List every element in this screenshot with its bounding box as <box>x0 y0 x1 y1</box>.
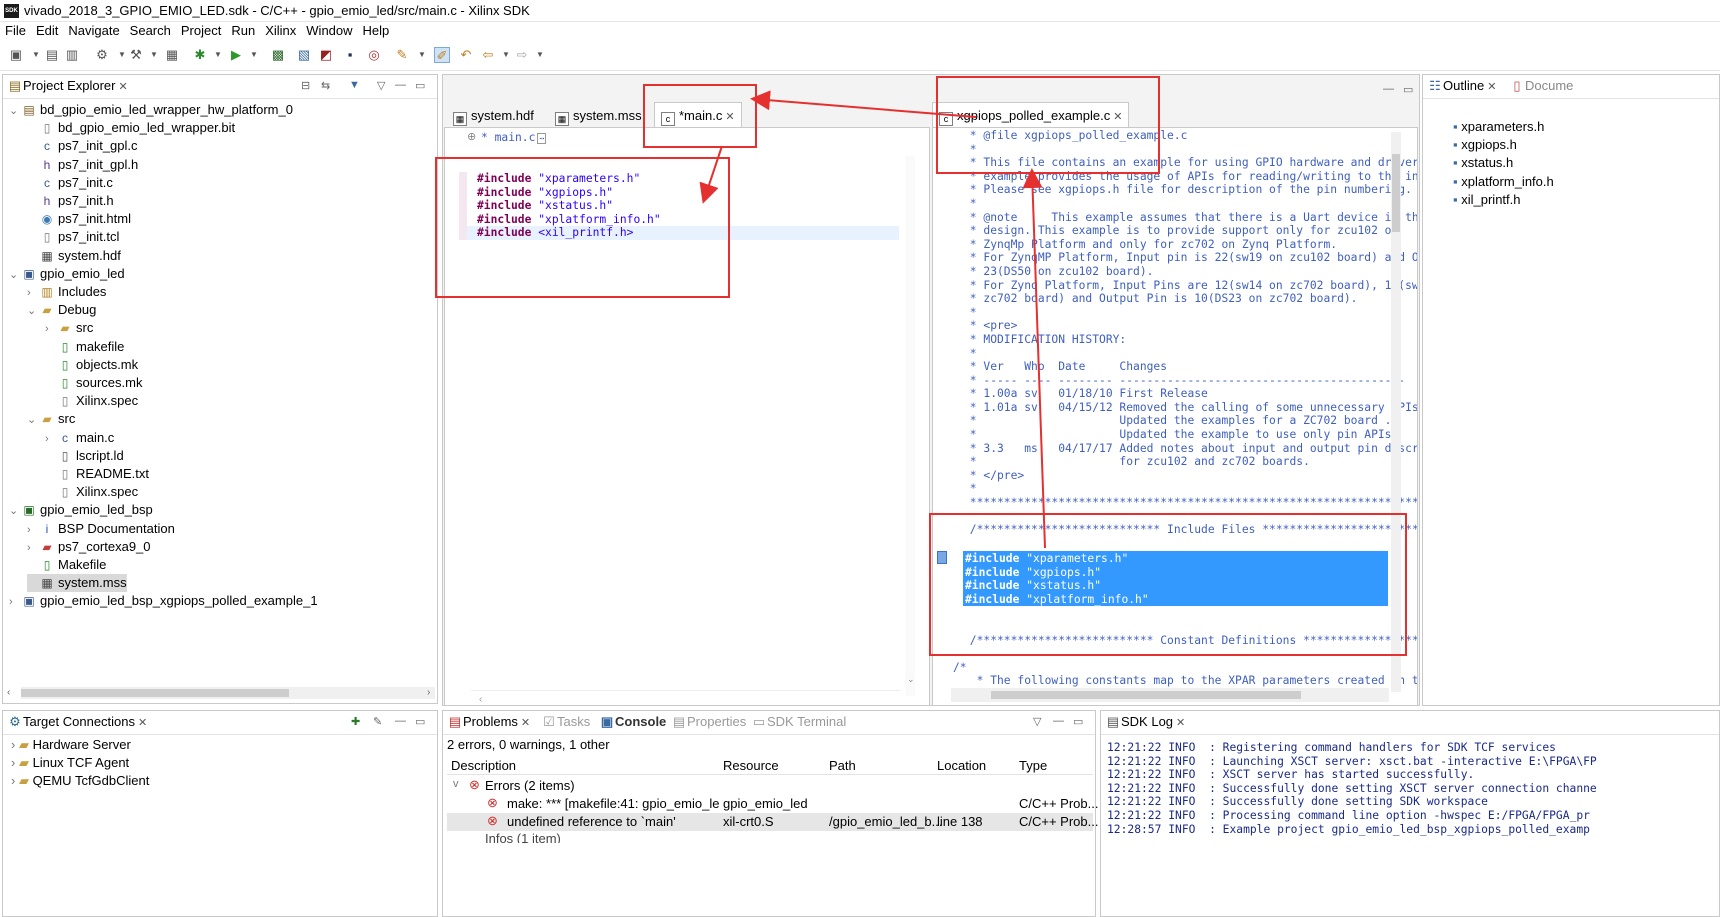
arrow-example-to-main <box>750 90 977 118</box>
arrow-includes-to-tab <box>1022 168 1046 549</box>
annotation-arrows <box>699 90 1046 549</box>
arrow-tab-to-includes <box>699 145 723 204</box>
